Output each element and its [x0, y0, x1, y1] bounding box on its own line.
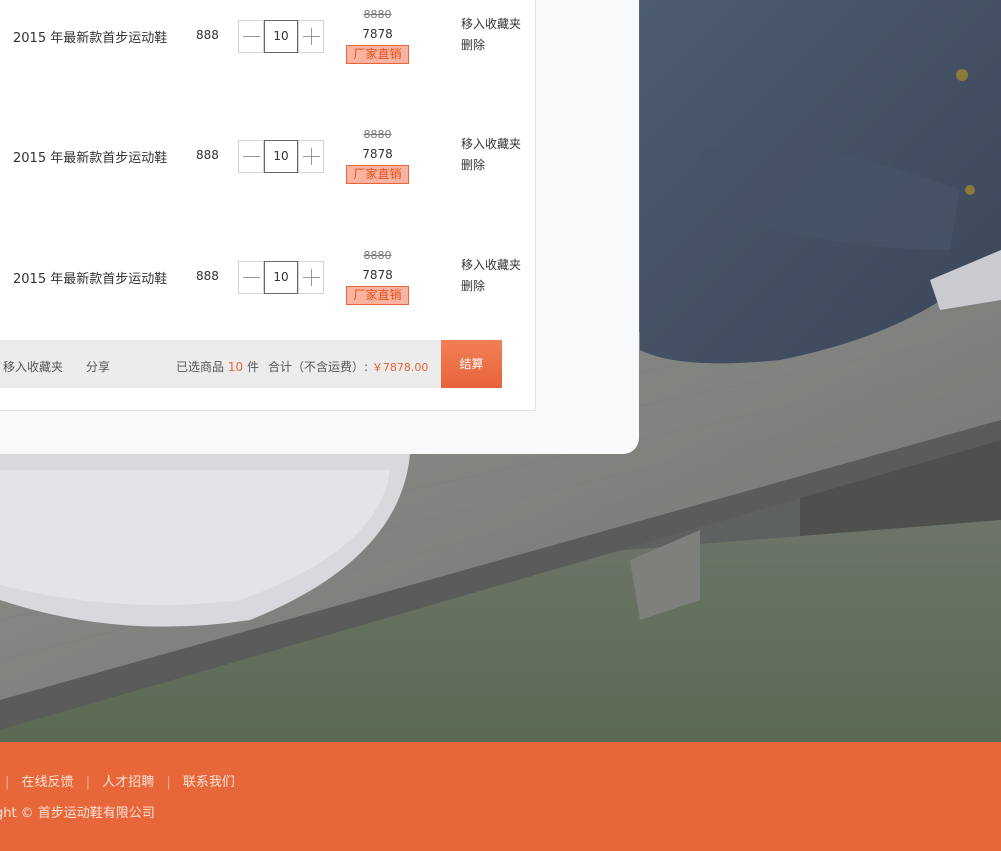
minus-icon [243, 277, 260, 278]
delete-link[interactable]: 删除 [461, 155, 521, 176]
increase-button[interactable] [298, 20, 324, 53]
decrease-button[interactable] [238, 261, 264, 294]
delete-link[interactable]: 删除 [461, 276, 521, 297]
site-footer: | 在线反馈 | 人才招聘 | 联系我们 right © 首步运动鞋有限公司 [0, 742, 1001, 851]
copyright: right © 首步运动鞋有限公司 [0, 806, 155, 821]
price-block: 8880 7878 厂家直销 [346, 8, 409, 64]
separator: | [5, 775, 10, 790]
delete-link[interactable]: 删除 [461, 35, 521, 56]
selected-unit: 件 [246, 360, 259, 374]
factory-direct-badge: 厂家直销 [346, 286, 409, 305]
original-price: 8880 [363, 8, 392, 21]
separator: | [166, 775, 171, 790]
share-link[interactable]: 分享 [86, 358, 110, 375]
bulk-move-to-favorites-link[interactable]: 移入收藏夹 [3, 358, 63, 375]
total-amount: ￥7878.00 [371, 361, 429, 374]
unit-price: 888 [196, 28, 219, 42]
decrease-button[interactable] [238, 140, 264, 173]
sale-price: 7878 [362, 27, 393, 41]
selected-number: 10 [227, 360, 244, 374]
sale-price: 7878 [362, 147, 393, 161]
footer-link-feedback[interactable]: 在线反馈 [22, 775, 74, 790]
original-price: 8880 [363, 128, 392, 141]
cart-summary-bar: 移入收藏夹 分享 已选商品 10 件 合计（不含运费）: ￥7878.00 结算 [0, 340, 502, 388]
footer-links: | 在线反馈 | 人才招聘 | 联系我们 [0, 771, 235, 790]
unit-price: 888 [196, 148, 219, 162]
cart-table: 2015 年最新款首步运动鞋 888 8880 7878 厂家直销 移入收藏夹 … [0, 0, 536, 411]
move-to-favorites-link[interactable]: 移入收藏夹 [461, 134, 521, 155]
separator: | [85, 775, 91, 790]
minus-icon [243, 156, 260, 157]
quantity-stepper [238, 140, 324, 173]
unit-price: 888 [196, 269, 219, 283]
cart-item-row: 2015 年最新款首步运动鞋 888 8880 7878 厂家直销 移入收藏夹 … [0, 128, 535, 200]
increase-button[interactable] [298, 261, 324, 294]
increase-button[interactable] [298, 140, 324, 173]
quantity-stepper [238, 20, 324, 53]
quantity-input[interactable] [264, 20, 298, 53]
price-block: 8880 7878 厂家直销 [346, 249, 409, 305]
footer-link-contact[interactable]: 联系我们 [183, 775, 235, 790]
product-name: 2015 年最新款首步运动鞋 [13, 272, 168, 287]
selected-count: 已选商品 10 件 [176, 358, 259, 375]
cart-item-row: 2015 年最新款首步运动鞋 888 8880 7878 厂家直销 移入收藏夹 … [0, 8, 535, 80]
cart-panel: 2015 年最新款首步运动鞋 888 8880 7878 厂家直销 移入收藏夹 … [0, 0, 639, 454]
selected-prefix: 已选商品 [176, 360, 225, 374]
item-actions: 移入收藏夹 删除 [461, 255, 521, 297]
move-to-favorites-link[interactable]: 移入收藏夹 [461, 255, 521, 276]
decrease-button[interactable] [238, 20, 264, 53]
factory-direct-badge: 厂家直销 [346, 165, 409, 184]
quantity-input[interactable] [264, 261, 298, 294]
cart-item-row: 2015 年最新款首步运动鞋 888 8880 7878 厂家直销 移入收藏夹 … [0, 249, 535, 321]
item-actions: 移入收藏夹 删除 [461, 14, 521, 56]
footer-link-careers[interactable]: 人才招聘 [102, 775, 154, 790]
quantity-stepper [238, 261, 324, 294]
product-name: 2015 年最新款首步运动鞋 [13, 151, 168, 166]
original-price: 8880 [363, 249, 392, 262]
sale-price: 7878 [362, 268, 393, 282]
item-actions: 移入收藏夹 删除 [461, 134, 521, 176]
minus-icon [243, 36, 260, 37]
move-to-favorites-link[interactable]: 移入收藏夹 [461, 14, 521, 35]
order-total: 合计（不含运费）: ￥7878.00 [268, 358, 428, 375]
factory-direct-badge: 厂家直销 [346, 45, 409, 64]
checkout-button[interactable]: 结算 [441, 340, 502, 388]
product-name: 2015 年最新款首步运动鞋 [13, 31, 168, 46]
quantity-input[interactable] [264, 140, 298, 173]
total-label: 合计（不含运费）: [268, 360, 369, 374]
price-block: 8880 7878 厂家直销 [346, 128, 409, 184]
